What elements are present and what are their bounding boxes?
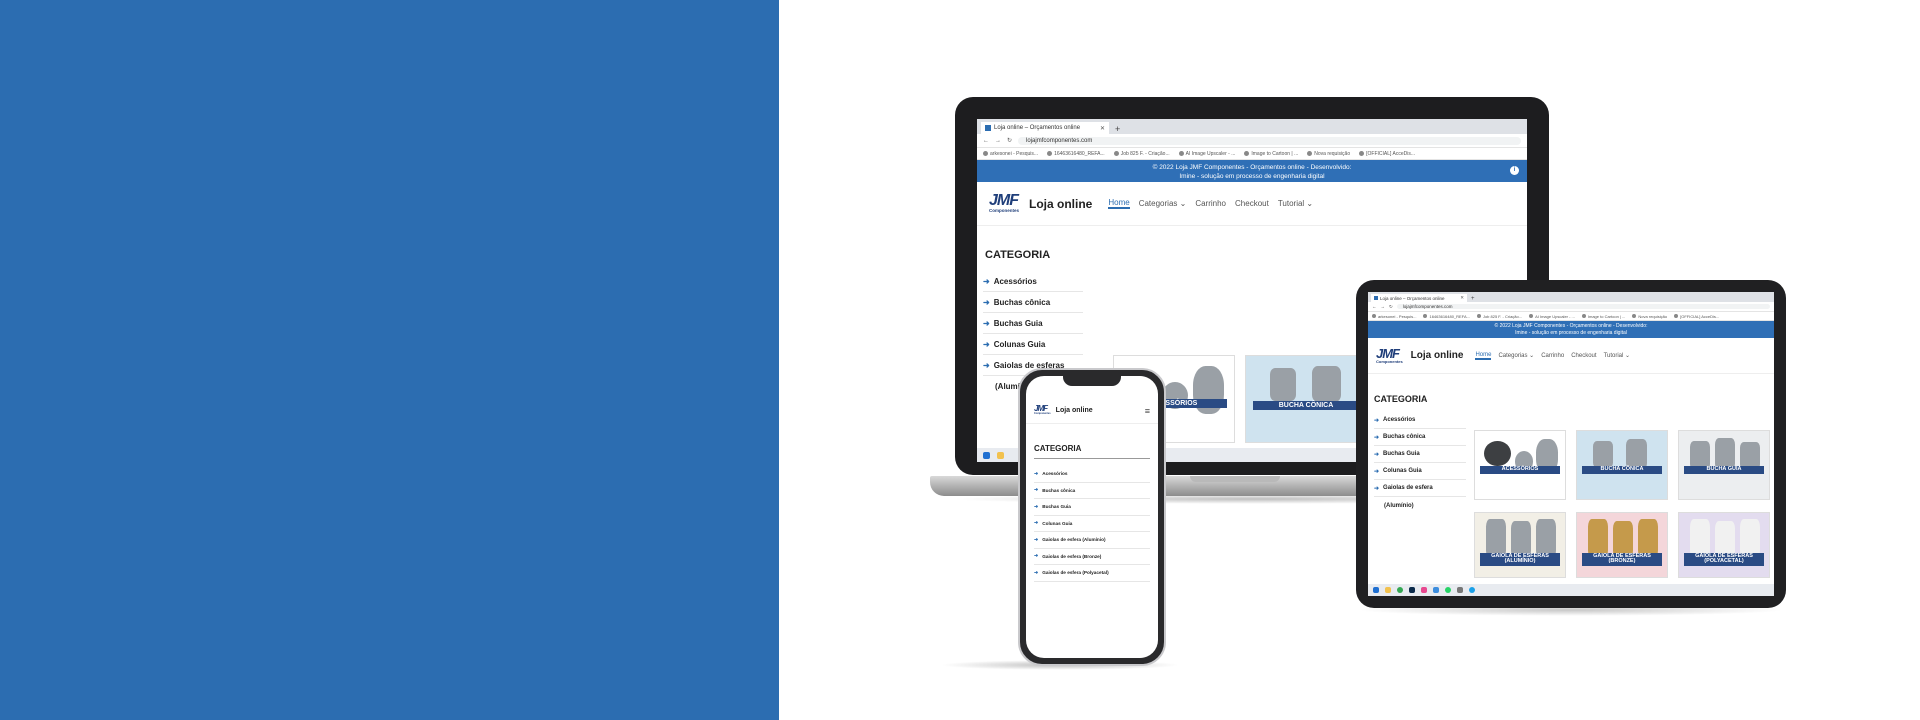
app-icon[interactable]: [1421, 587, 1427, 593]
blue-background-panel: [0, 0, 779, 720]
category-tile[interactable]: GAIOLA DE ESFERAS (BRONZE): [1576, 512, 1668, 578]
category-list: ➜ Acessórios ➜ Buchas cônica ➜ Buchas Guia ➜ Co…: [1034, 466, 1150, 582]
tile-label: ACESSÓRIOS: [1480, 466, 1560, 475]
jmf-logo[interactable]: JMF Componentes: [1034, 405, 1051, 416]
site-title: Loja online: [1055, 407, 1093, 414]
product-image: [1312, 366, 1341, 403]
tile-label: BUCHA CÔNICA: [1253, 400, 1359, 411]
folder-icon[interactable]: [997, 451, 1004, 459]
category-tile[interactable]: BUCHA CÔNICA: [1245, 355, 1367, 443]
arrow-icon: ➜: [1034, 553, 1039, 560]
category-label: Buchas cônica: [1042, 487, 1076, 493]
photoshop-icon[interactable]: [1409, 587, 1415, 593]
category-item[interactable]: ➜ Acessórios: [1034, 466, 1150, 483]
category-item[interactable]: ➜ Buchas Guia: [1034, 499, 1150, 516]
category-tile[interactable]: GAIOLA DE ESFERAS (POLYACETAL): [1678, 512, 1770, 578]
category-label: Colunas Guia: [1042, 520, 1073, 526]
windows-start-icon[interactable]: [983, 451, 990, 459]
tile-label: GAIOLA DE ESFERAS (ALUMÍNIO): [1480, 552, 1560, 567]
settings-icon[interactable]: [1457, 587, 1463, 593]
category-heading: CATEGORIA: [1034, 444, 1082, 453]
category-tile[interactable]: BUCHA CÔNICA: [1576, 430, 1668, 500]
folder-icon[interactable]: [1385, 587, 1391, 593]
category-tile[interactable]: GAIOLA DE ESFERAS (ALUMÍNIO): [1474, 512, 1566, 578]
windows-taskbar: [1368, 584, 1774, 596]
category-tiles: ACESSÓRIOS BUCHA CÔNICA BUCHA GUIA GAIOLA D…: [1368, 292, 1774, 596]
category-label: Gaiolas de esfera (Bronze): [1042, 553, 1102, 559]
category-item[interactable]: ➜ Gaiolas de esfera (Polyacetal): [1034, 565, 1150, 582]
category-label: Gaiolas de esfera (Polyacetal): [1042, 570, 1109, 576]
tablet-mockup: Loja online – Orçamentos online ✕ + ← → …: [1356, 280, 1786, 608]
phone-notch: [1063, 374, 1121, 386]
category-label: Buchas Guia: [1042, 504, 1071, 510]
product-image: [1593, 440, 1613, 468]
category-label: Gaiolas de esfera (Alumínio): [1042, 537, 1106, 543]
chrome-icon[interactable]: [1397, 587, 1403, 593]
category-divider: [1034, 458, 1150, 459]
laptop-trackpad-notch: [1190, 476, 1280, 482]
tile-label: GAIOLA DE ESFERAS (POLYACETAL): [1684, 552, 1764, 567]
arrow-icon: ➜: [1034, 470, 1039, 477]
product-image: [1625, 439, 1648, 470]
skype-icon[interactable]: [1469, 587, 1475, 593]
category-item[interactable]: ➜ Colunas Guia: [1034, 516, 1150, 532]
tile-label: BUCHA CÔNICA: [1582, 466, 1662, 475]
windows-start-icon[interactable]: [1373, 587, 1379, 593]
whatsapp-icon[interactable]: [1445, 587, 1451, 593]
tile-label: GAIOLA DE ESFERAS (BRONZE): [1582, 552, 1662, 567]
logo-subtitle: Componentes: [1034, 412, 1051, 416]
phone-mockup: JMF Componentes Loja online ≡ CATEGORIA …: [1018, 368, 1166, 666]
tablet-screen: Loja online – Orçamentos online ✕ + ← → …: [1368, 292, 1774, 596]
arrow-icon: ➜: [1034, 520, 1039, 527]
category-label: Acessórios: [1042, 471, 1068, 477]
category-item[interactable]: ➜ Gaiolas de esfera (Alumínio): [1034, 532, 1150, 549]
hamburger-menu-icon[interactable]: ≡: [1145, 406, 1150, 416]
phone-screen: JMF Componentes Loja online ≡ CATEGORIA …: [1026, 376, 1158, 658]
app-icon[interactable]: [1433, 587, 1439, 593]
site-header: JMF Componentes Loja online ≡: [1026, 398, 1158, 424]
category-item[interactable]: ➜ Gaiolas de esfera (Bronze): [1034, 549, 1150, 565]
category-tile[interactable]: ACESSÓRIOS: [1474, 430, 1566, 500]
arrow-icon: ➜: [1034, 536, 1039, 543]
arrow-icon: ➜: [1034, 487, 1039, 494]
product-image: [1270, 368, 1297, 401]
category-tile[interactable]: BUCHA GUIA: [1678, 430, 1770, 500]
category-item[interactable]: ➜ Buchas cônica: [1034, 483, 1150, 499]
arrow-icon: ➜: [1034, 503, 1039, 510]
arrow-icon: ➜: [1034, 569, 1039, 576]
tile-label: BUCHA GUIA: [1684, 466, 1764, 475]
product-image: [1484, 440, 1511, 467]
